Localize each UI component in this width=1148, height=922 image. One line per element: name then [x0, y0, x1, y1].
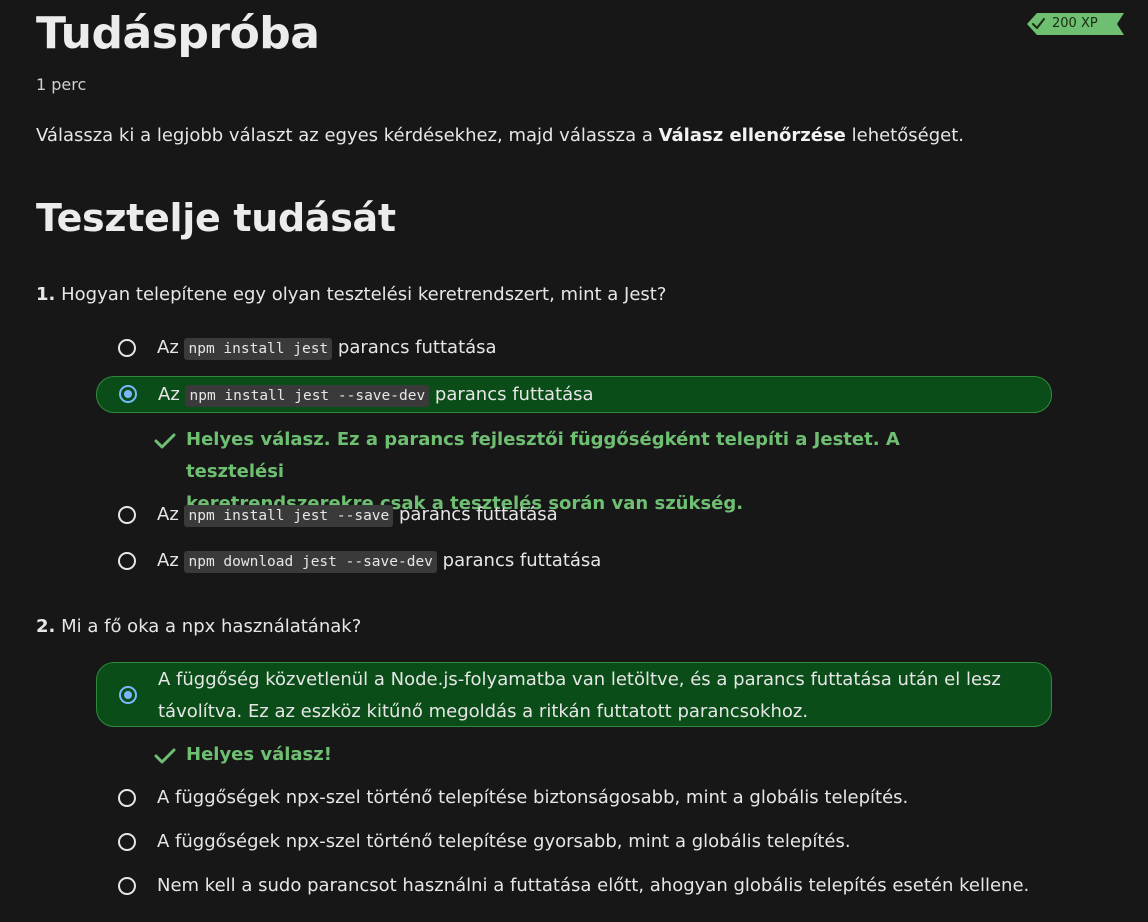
question-text: Mi a fő oka a npx használatának? — [61, 616, 362, 637]
radio-button[interactable] — [118, 552, 136, 570]
answer-option-2-1[interactable]: A függőség közvetlenül a Node.js-folyama… — [96, 662, 1052, 727]
question-number: 2. — [36, 616, 56, 637]
code-snippet: npm install jest --save-dev — [185, 385, 430, 407]
answer-option-2-2[interactable]: A függőségek npx-szel történő telepítése… — [96, 782, 1052, 814]
answer-text: Az npm install jest parancs futtatása — [157, 332, 497, 365]
answer-line-2: távolítva. Ez az eszköz kitűnő megoldás … — [158, 701, 809, 722]
answer-text: A függőségek npx-szel történő telepítése… — [157, 831, 851, 852]
answer-option-1-3[interactable]: Az npm install jest --save parancs futta… — [96, 499, 1052, 531]
answer-option-2-4[interactable]: Nem kell a sudo parancsot használni a fu… — [96, 870, 1052, 902]
code-snippet: npm install jest — [184, 338, 333, 360]
answer-prefix: Az — [157, 550, 185, 571]
question-2: 2. Mi a fő oka a npx használatának? — [36, 616, 361, 637]
answer-text: Az npm download jest --save-dev parancs … — [157, 545, 601, 578]
instructions-text-before: Válassza ki a legjobb választ az egyes k… — [36, 125, 659, 146]
checkmark-icon — [154, 748, 176, 764]
section-title: Tesztelje tudását — [36, 196, 396, 240]
answer-prefix: Az — [158, 384, 186, 405]
xp-label: 200 XP — [1052, 16, 1098, 31]
code-snippet: npm download jest --save-dev — [184, 551, 437, 573]
radio-button-selected[interactable] — [119, 385, 137, 403]
xp-badge: 200 XP — [1027, 13, 1124, 35]
question-text: Hogyan telepítene egy olyan tesztelési k… — [61, 284, 667, 305]
radio-button[interactable] — [118, 506, 136, 524]
answer-option-1-1[interactable]: Az npm install jest parancs futtatása — [96, 332, 1052, 364]
radio-button[interactable] — [118, 833, 136, 851]
question-1: 1. Hogyan telepítene egy olyan tesztelés… — [36, 284, 666, 305]
radio-button[interactable] — [118, 789, 136, 807]
answer-suffix: parancs futtatása — [332, 337, 497, 358]
instructions-bold: Válasz ellenőrzése — [658, 125, 846, 146]
answer-suffix: parancs futtatása — [429, 384, 594, 405]
answer-text: A függőség közvetlenül a Node.js-folyama… — [158, 664, 1001, 728]
answer-option-1-2[interactable]: Az npm install jest --save-dev parancs f… — [96, 376, 1052, 413]
duration-label: 1 perc — [36, 75, 87, 94]
checkmark-icon — [154, 433, 176, 449]
instructions: Válassza ki a legjobb választ az egyes k… — [36, 125, 964, 146]
feedback-text: Helyes válasz! — [186, 744, 332, 765]
answer-text: Az npm install jest --save parancs futta… — [157, 499, 558, 532]
page-title: Tudáspróba — [36, 8, 320, 59]
code-snippet: npm install jest --save — [184, 505, 394, 527]
answer-prefix: Az — [157, 337, 185, 358]
question-number: 1. — [36, 284, 56, 305]
answer-text: Az npm install jest --save-dev parancs f… — [158, 379, 594, 412]
radio-button-selected[interactable] — [119, 686, 137, 704]
answer-prefix: Az — [157, 504, 185, 525]
instructions-text-after: lehetőséget. — [845, 125, 964, 146]
answer-option-1-4[interactable]: Az npm download jest --save-dev parancs … — [96, 545, 1052, 577]
answer-line-1: A függőség közvetlenül a Node.js-folyama… — [158, 669, 1001, 690]
answer-option-2-3[interactable]: A függőségek npx-szel történő telepítése… — [96, 826, 1052, 858]
answer-suffix: parancs futtatása — [436, 550, 602, 571]
radio-button[interactable] — [118, 339, 136, 357]
answer-text: Nem kell a sudo parancsot használni a fu… — [157, 875, 1030, 896]
answer-suffix: parancs futtatása — [393, 504, 558, 525]
answer-text: A függőségek npx-szel történő telepítése… — [157, 787, 909, 808]
feedback-line-1: Helyes válasz. Ez a parancs fejlesztői f… — [186, 429, 900, 482]
radio-button[interactable] — [118, 877, 136, 895]
